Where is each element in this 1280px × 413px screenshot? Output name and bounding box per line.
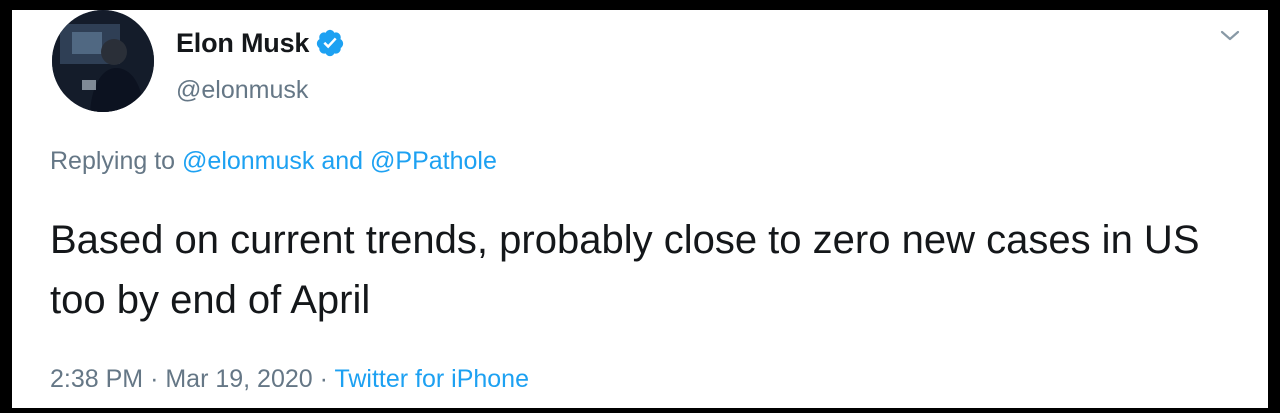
tweet-card: Elon Musk @elonmusk Replying to @elonmus… bbox=[12, 10, 1268, 408]
tweet-text: Based on current trends, probably close … bbox=[50, 218, 1200, 322]
tweet-date[interactable]: Mar 19, 2020 bbox=[165, 365, 312, 393]
mention-link-2[interactable]: @PPathole bbox=[370, 147, 497, 175]
avatar[interactable] bbox=[52, 10, 154, 112]
tweet-time[interactable]: 2:38 PM bbox=[50, 365, 143, 393]
handle[interactable]: @elonmusk bbox=[176, 76, 345, 105]
mention-link-1[interactable]: @elonmusk bbox=[182, 147, 314, 175]
meta-separator-1: · bbox=[150, 365, 159, 393]
chevron-down-icon[interactable] bbox=[1218, 24, 1242, 48]
tweet-source-link[interactable]: Twitter for iPhone bbox=[334, 365, 529, 393]
verified-badge-icon bbox=[315, 28, 345, 58]
meta-separator-2: · bbox=[319, 365, 328, 393]
display-name-row: Elon Musk bbox=[176, 28, 345, 58]
avatar-image bbox=[52, 10, 154, 112]
display-name[interactable]: Elon Musk bbox=[176, 28, 309, 59]
reply-conjunction: and bbox=[321, 147, 364, 175]
reply-context: Replying to @elonmusk and @PPathole bbox=[50, 147, 497, 176]
reply-prefix: Replying to bbox=[50, 147, 176, 175]
tweet-meta: 2:38 PM · Mar 19, 2020 · Twitter for iPh… bbox=[50, 365, 529, 394]
author-block: Elon Musk @elonmusk bbox=[176, 28, 345, 105]
